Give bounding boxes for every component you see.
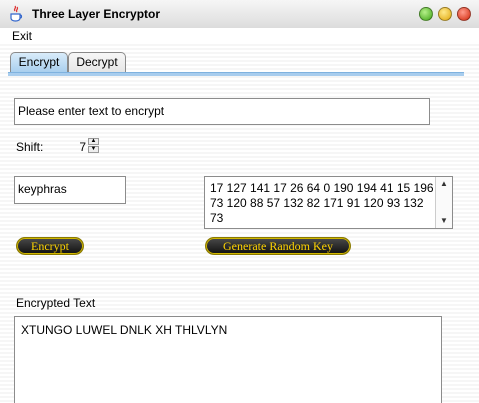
- spinner-down-icon[interactable]: ▼: [88, 146, 99, 153]
- spinner-up-icon[interactable]: ▲: [88, 138, 99, 145]
- tab-underline: [8, 72, 464, 76]
- shift-spinner[interactable]: ▲ ▼: [88, 138, 99, 155]
- menu-exit[interactable]: Exit: [12, 29, 32, 43]
- key-text-area[interactable]: 17 127 141 17 26 64 0 190 194 41 15 196 …: [204, 176, 453, 229]
- scroll-up-icon[interactable]: ▲: [436, 177, 452, 191]
- keyphrase-input[interactable]: keyphras: [14, 176, 126, 204]
- key-text: 17 127 141 17 26 64 0 190 194 41 15 196 …: [210, 181, 434, 225]
- minimize-button[interactable]: [438, 7, 452, 21]
- close-button[interactable]: [457, 7, 471, 21]
- window-title: Three Layer Encryptor: [32, 7, 161, 21]
- tab-encrypt[interactable]: Encrypt: [10, 52, 68, 72]
- zoom-button[interactable]: [419, 7, 433, 21]
- tab-decrypt[interactable]: Decrypt: [68, 52, 126, 72]
- title-bar: Three Layer Encryptor: [0, 0, 479, 29]
- scroll-down-icon[interactable]: ▼: [436, 214, 452, 228]
- encrypt-button[interactable]: Encrypt: [16, 237, 84, 255]
- shift-value[interactable]: 7: [58, 140, 86, 154]
- encrypted-text-area[interactable]: XTUNGO LUWEL DNLK XH THLVLYN: [14, 316, 442, 403]
- menu-bar: Exit: [0, 28, 479, 44]
- key-scrollbar[interactable]: ▲ ▼: [435, 177, 452, 228]
- java-cup-icon: [10, 5, 23, 22]
- plain-text-input[interactable]: Please enter text to encrypt: [14, 98, 430, 125]
- encrypted-text-label: Encrypted Text: [16, 296, 96, 310]
- shift-label: Shift:: [16, 140, 44, 154]
- generate-key-button[interactable]: Generate Random Key: [205, 237, 351, 255]
